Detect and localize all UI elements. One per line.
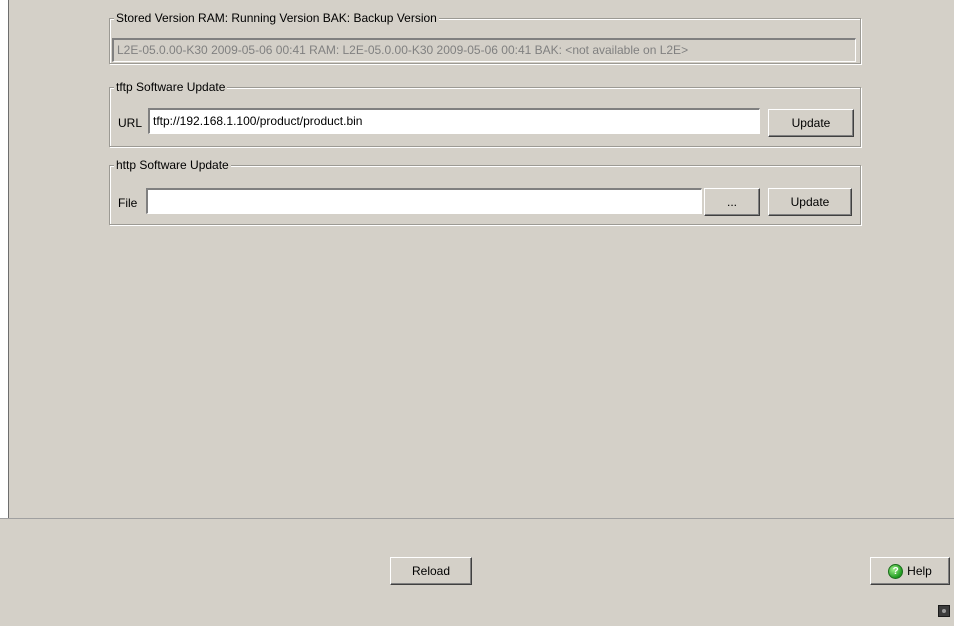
help-button-label: Help	[907, 564, 932, 578]
stored-version-legend: Stored Version RAM: Running Version BAK:…	[114, 10, 439, 26]
tftp-update-group: tftp Software Update URL tftp://192.168.…	[109, 79, 861, 147]
help-icon: ?	[888, 564, 904, 580]
file-input[interactable]	[146, 188, 702, 214]
footer-bar: Reload ? Help	[0, 518, 954, 626]
main-panel: Stored Version RAM: Running Version BAK:…	[8, 0, 954, 518]
http-update-group: http Software Update File ... Update	[109, 157, 861, 225]
url-input[interactable]: tftp://192.168.1.100/product/product.bin	[148, 108, 760, 134]
stored-version-group: Stored Version RAM: Running Version BAK:…	[109, 10, 861, 64]
http-update-button[interactable]: Update	[768, 188, 852, 216]
tftp-update-legend: tftp Software Update	[114, 79, 228, 95]
url-label: URL	[118, 116, 143, 130]
status-led-icon	[938, 605, 950, 617]
help-button[interactable]: ? Help	[870, 557, 950, 585]
tftp-update-button[interactable]: Update	[768, 109, 854, 137]
stored-version-field: L2E-05.0.00-K30 2009-05-06 00:41 RAM: L2…	[112, 38, 856, 62]
http-update-legend: http Software Update	[114, 157, 231, 173]
file-label: File	[118, 196, 138, 210]
reload-button[interactable]: Reload	[390, 557, 472, 585]
browse-button[interactable]: ...	[704, 188, 760, 216]
